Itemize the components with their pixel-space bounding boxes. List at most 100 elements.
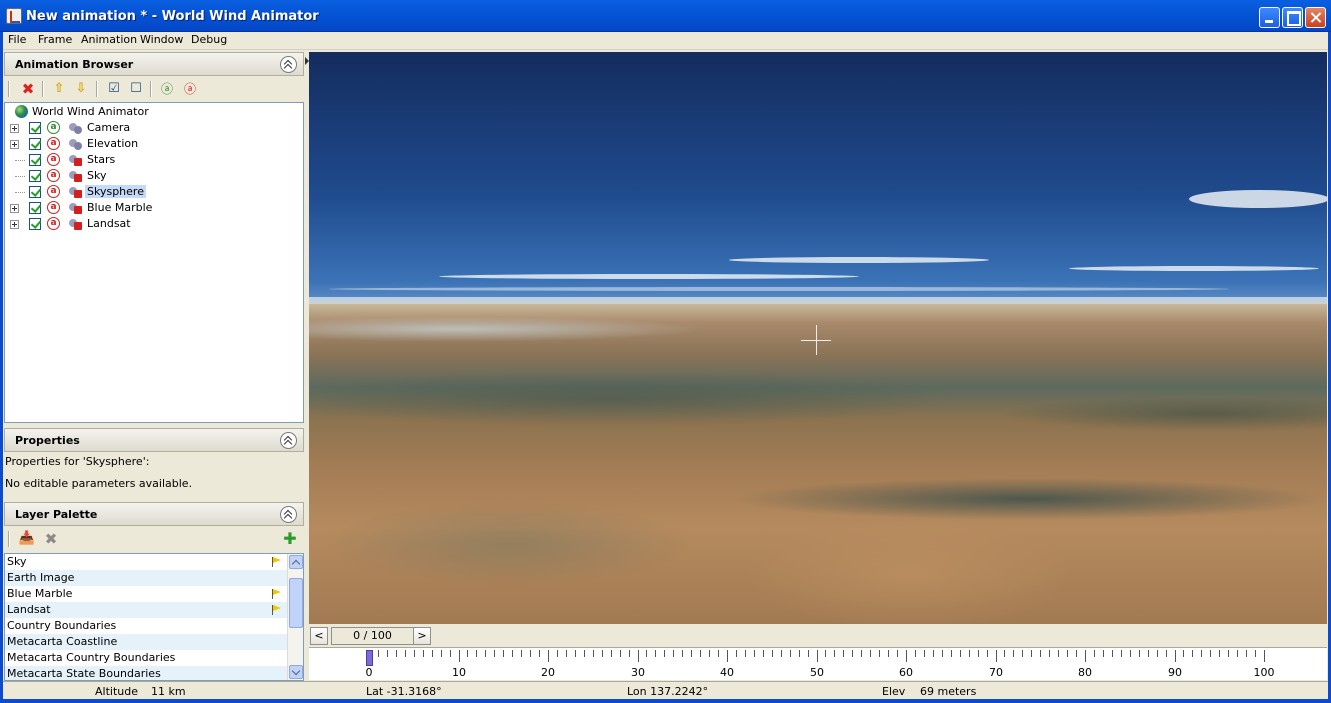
- tree-item[interactable]: a Elevation: [5, 136, 303, 152]
- properties-header[interactable]: Properties: [4, 428, 304, 452]
- window-title: New animation * - World Wind Animator: [26, 9, 319, 24]
- layer-item[interactable]: Landsat: [5, 602, 287, 618]
- layer-item[interactable]: Blue Marble: [5, 586, 287, 602]
- layer-list[interactable]: Sky Earth Image Blue Marble Landsat Country …: [4, 553, 304, 681]
- toolbar-separator: [8, 531, 10, 547]
- collapse-layer-palette-icon[interactable]: [280, 506, 297, 523]
- enabled-checkbox[interactable]: [29, 202, 41, 214]
- animate-toggle-icon[interactable]: a: [47, 153, 60, 166]
- next-frame-button[interactable]: >: [413, 627, 431, 645]
- maximize-button[interactable]: [1282, 7, 1303, 28]
- timeline-tick: [548, 650, 549, 662]
- enabled-checkbox[interactable]: [29, 122, 41, 134]
- enabled-checkbox[interactable]: [29, 154, 41, 166]
- timeline-tick: [700, 650, 701, 657]
- enabled-checkbox[interactable]: [29, 186, 41, 198]
- animate-toggle-icon[interactable]: a: [47, 201, 60, 214]
- crosshair-icon: [816, 325, 817, 355]
- minimize-button[interactable]: [1259, 7, 1280, 28]
- menu-frame[interactable]: Frame: [36, 33, 74, 46]
- layer-item[interactable]: Metacarta State Boundaries: [5, 666, 287, 680]
- import-layer-icon[interactable]: 📥: [18, 530, 36, 548]
- timeline-tick: [1219, 650, 1220, 657]
- timeline-tick: [459, 650, 460, 662]
- timeline-tick: [1157, 650, 1158, 657]
- layer-item[interactable]: Country Boundaries: [5, 618, 287, 634]
- layer-item[interactable]: Metacarta Coastline: [5, 634, 287, 650]
- animate-toggle-icon[interactable]: a: [47, 121, 60, 134]
- tree-item[interactable]: a Landsat: [5, 216, 303, 232]
- timeline-tick: [1237, 650, 1238, 657]
- previous-frame-button[interactable]: <: [310, 627, 328, 645]
- timeline-tick: [1121, 650, 1122, 657]
- animate-toggle-icon[interactable]: a: [47, 137, 60, 150]
- app-icon[interactable]: [6, 8, 22, 24]
- animate-enable-icon[interactable]: ⓐ: [158, 80, 176, 98]
- scroll-down-icon[interactable]: [289, 665, 303, 679]
- tree-item-label: Landsat: [87, 217, 131, 230]
- enabled-checkbox[interactable]: [29, 170, 41, 182]
- tree-item[interactable]: a Camera: [5, 120, 303, 136]
- cloud: [1189, 190, 1327, 208]
- enabled-checkbox[interactable]: [29, 218, 41, 230]
- timeline-tick: [664, 650, 665, 657]
- timeline-tick: [781, 650, 782, 657]
- animate-toggle-icon[interactable]: a: [47, 217, 60, 230]
- menu-debug[interactable]: Debug: [189, 33, 229, 46]
- timeline-tick: [566, 650, 567, 657]
- enabled-checkbox[interactable]: [29, 138, 41, 150]
- toolbar-separator: [42, 81, 44, 97]
- add-layer-icon[interactable]: ✚: [281, 530, 299, 548]
- layer-item[interactable]: Sky: [5, 554, 287, 570]
- expand-icon[interactable]: [10, 140, 19, 149]
- timeline-tick: [557, 650, 558, 657]
- delete-icon[interactable]: ✖: [19, 80, 37, 98]
- layer-item[interactable]: Metacarta Country Boundaries: [5, 650, 287, 666]
- check-all-icon[interactable]: ☑: [105, 80, 123, 98]
- animate-toggle-icon[interactable]: a: [47, 169, 60, 182]
- timeline-tick: [1112, 650, 1113, 657]
- scroll-up-icon[interactable]: [289, 555, 303, 569]
- timeline-tick: [530, 650, 531, 657]
- window-title-bar[interactable]: New animation * - World Wind Animator: [0, 0, 1331, 32]
- collapse-properties-icon[interactable]: [280, 432, 297, 449]
- move-down-icon[interactable]: ⇩: [72, 80, 90, 98]
- toolbar-separator: [150, 81, 152, 97]
- menu-window[interactable]: Window: [138, 33, 185, 46]
- timeline-tick-label: 90: [1168, 666, 1182, 679]
- move-up-icon[interactable]: ⇧: [50, 80, 68, 98]
- timeline-tick: [1139, 650, 1140, 657]
- collapse-animation-browser-icon[interactable]: [280, 56, 297, 73]
- tree-item[interactable]: a Skysphere: [5, 184, 303, 200]
- remove-layer-icon[interactable]: ✖: [42, 530, 60, 548]
- tree-connector: [15, 160, 25, 161]
- animation-tree[interactable]: World Wind Animator a Camera a Elevation a St…: [4, 102, 304, 423]
- tree-root[interactable]: World Wind Animator: [5, 104, 303, 120]
- animation-browser-header[interactable]: Animation Browser: [4, 52, 304, 76]
- timeline-tick: [646, 650, 647, 657]
- elevation-value: 69 meters: [920, 685, 977, 698]
- timeline-tick: [593, 650, 594, 657]
- globe-viewport[interactable]: [309, 52, 1327, 624]
- close-button[interactable]: [1305, 7, 1326, 28]
- tree-item[interactable]: a Sky: [5, 168, 303, 184]
- tree-item[interactable]: a Blue Marble: [5, 200, 303, 216]
- menu-file[interactable]: File: [6, 33, 28, 46]
- timeline-tick: [808, 650, 809, 657]
- layer-item[interactable]: Earth Image: [5, 570, 287, 586]
- timeline[interactable]: 0 10 20 30 40 50 60 70 80 90 100: [309, 647, 1327, 680]
- playhead[interactable]: [366, 650, 373, 666]
- menu-animation[interactable]: Animation: [79, 33, 139, 46]
- tree-item[interactable]: a Stars: [5, 152, 303, 168]
- uncheck-all-icon[interactable]: ☐: [127, 80, 145, 98]
- scroll-thumb[interactable]: [289, 578, 303, 628]
- layer-palette-header[interactable]: Layer Palette: [4, 502, 304, 526]
- expand-icon[interactable]: [10, 124, 19, 133]
- animate-disable-icon[interactable]: ⓐ: [181, 80, 199, 98]
- animate-toggle-icon[interactable]: a: [47, 185, 60, 198]
- expand-icon[interactable]: [10, 204, 19, 213]
- timeline-tick: [736, 650, 737, 657]
- expand-icon[interactable]: [10, 220, 19, 229]
- layer-list-scrollbar[interactable]: [287, 554, 303, 680]
- timeline-tick: [906, 650, 907, 662]
